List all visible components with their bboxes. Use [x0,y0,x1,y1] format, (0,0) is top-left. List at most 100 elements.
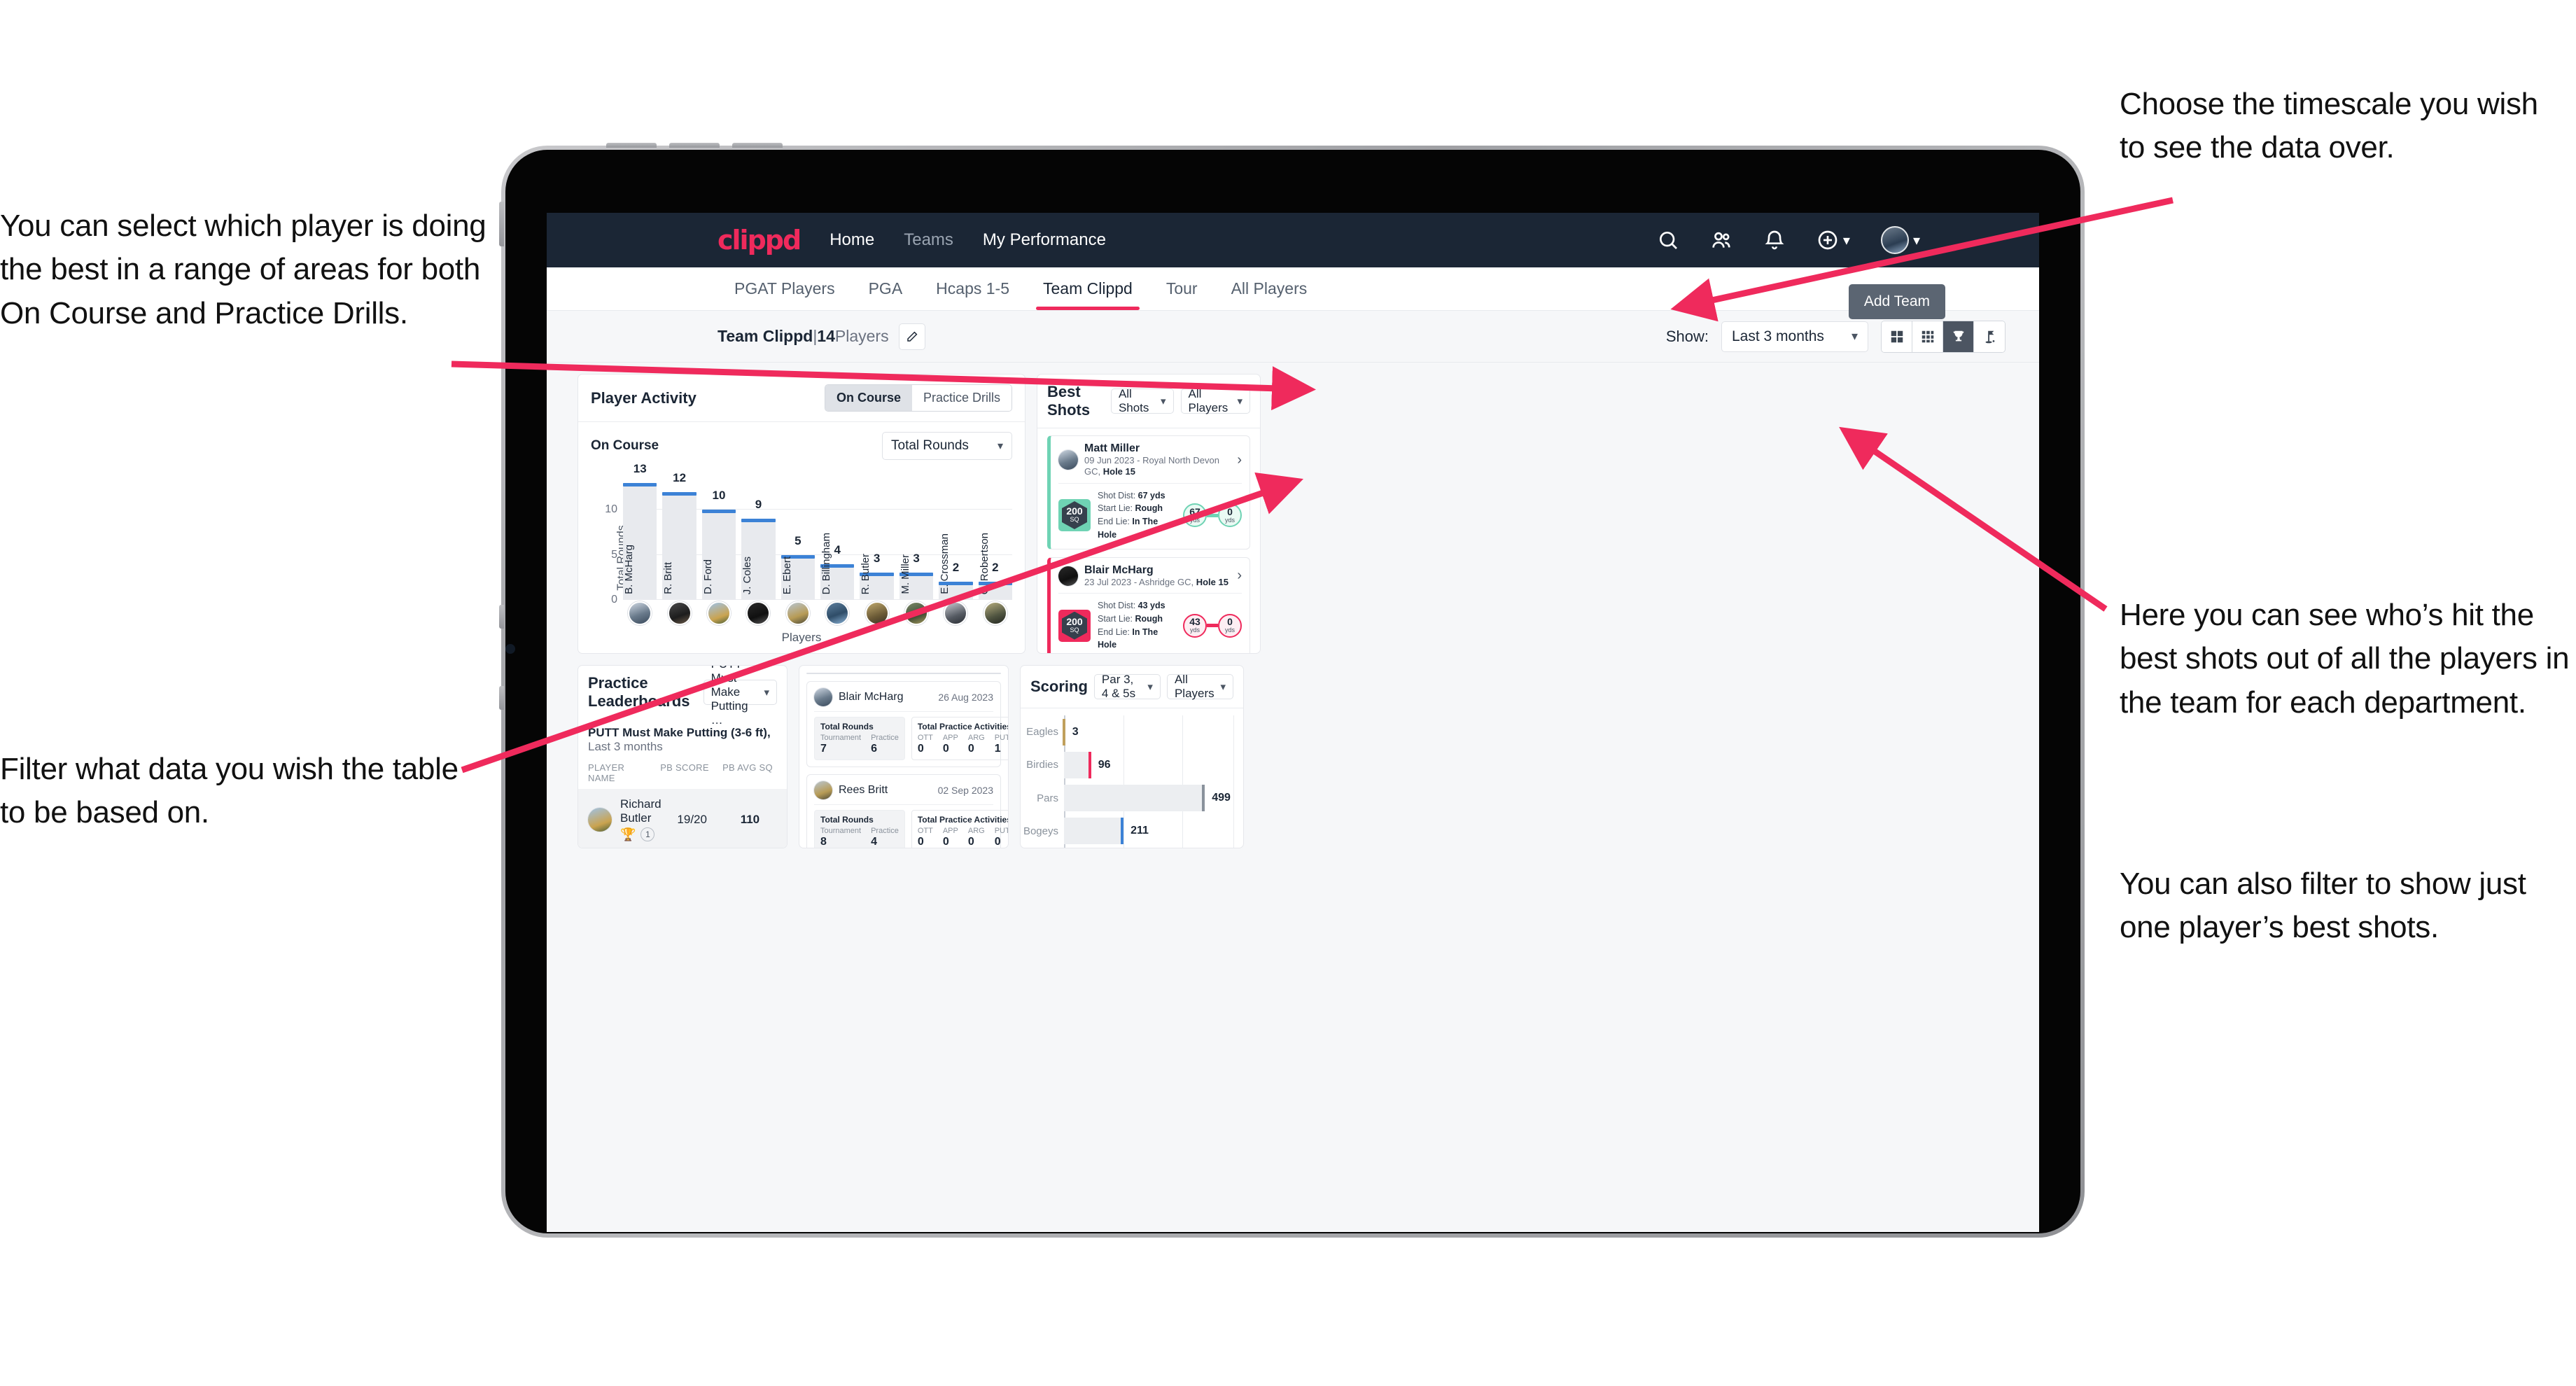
chart-bar-column[interactable]: 13 B. McHarg [623,462,657,600]
clippd-logo[interactable]: clippd [718,225,802,255]
scoring-player-filter[interactable]: All Players ▾ [1166,673,1233,700]
activity-stats: Total Rounds Tournament 7 Practice 6 Total Pr… [814,717,1008,760]
avatar[interactable] [667,601,692,625]
activity-player-name: Rees Britt [839,784,888,796]
scoring-par-filter[interactable]: Par 3, 4 & 5s ▾ [1093,673,1161,700]
annotation-left-top: You can select which player is doing the… [0,209,486,330]
toggle-practice-drills[interactable]: Practice Drills [911,385,1011,411]
avatar[interactable] [1880,226,1909,254]
chart-bar-column[interactable]: 3 R. Butler [860,474,894,600]
chart-bar: M. Miller [899,554,934,600]
chart-bar-column[interactable]: 5 E. Ebert [780,474,816,600]
chevron-down-icon-plus[interactable]: ▾ [1843,232,1850,249]
chart-bar-column[interactable]: 2 E. Crossman [939,474,973,600]
best-shots-player-filter-value: All Players [1188,387,1228,414]
scoring-row[interactable]: Pars 499 [1037,785,1233,812]
nav-link-teams[interactable]: Teams [904,230,953,250]
activity-list: Blair McHarg 26 Aug 2023 Total Rounds Tourn… [806,674,1008,848]
chevron-down-icon-avatar[interactable]: ▾ [1913,232,1920,249]
metric-select[interactable]: Total Rounds ▾ [882,432,1012,460]
scoring-gridline [1233,715,1234,848]
drill-select[interactable]: PUTT Must Make Putting … ▾ [703,666,777,727]
avatar[interactable] [707,601,732,625]
pencil-icon[interactable] [898,323,925,350]
avatar[interactable] [904,601,929,625]
chevron-right-icon[interactable]: › [1237,568,1242,584]
tab-tour[interactable]: Tour [1149,267,1214,310]
plus-circle-icon[interactable] [1816,229,1839,251]
hexagon-icon: 200 SQ [1062,501,1087,530]
player-activity-chart: Total Rounds 0 5 10 13 B. McHarg 12 R. Britt 10… [578,462,1025,653]
people-icon[interactable] [1710,229,1732,251]
chevron-right-icon[interactable]: › [1237,452,1242,468]
tab-pgat-players[interactable]: PGAT Players [718,267,852,310]
leaderboard-row[interactable]: Richard Butler 🏆 1 19/20 110 [578,789,787,848]
avatar[interactable] [746,601,771,625]
chart-bar: D. Ford [701,510,736,600]
chart-bar-column[interactable]: 10 D. Ford [701,474,736,600]
timescale-select[interactable]: Last 3 months ▾ [1721,321,1868,352]
avatar[interactable] [628,601,652,625]
best-shots-shot-filter[interactable]: All Shots ▾ [1110,387,1174,414]
chart-bar-column[interactable]: 4 D. Billingham [820,474,855,600]
chart-bar-column[interactable]: 2 C. Robertson [978,474,1013,600]
avatar[interactable] [864,601,889,625]
grid-2x2-icon[interactable] [1882,321,1912,352]
tab-pga[interactable]: PGA [852,267,920,310]
toggle-on-course[interactable]: On Course [825,385,912,411]
chevron-down-icon: ▾ [997,440,1003,452]
stat-key: OTT [917,827,933,835]
stat-key: Tournament [820,827,862,835]
best-shot-card[interactable]: Matt Miller 09 Jun 2023 - Royal North Dev… [1047,435,1250,550]
practice-activities-cols: OTT0APP0ARG0PUTT1 [917,734,1008,755]
practice-activities-box: Total Practice ActivitiesOTT0APP0ARG0PUT… [911,717,1008,760]
chart-bar-column[interactable]: 9 J. Coles [741,474,776,600]
scoring-header: Scoring Par 3, 4 & 5s ▾ All Players ▾ [1021,666,1243,708]
nav-link-home[interactable]: Home [830,230,874,250]
chart-bar-column[interactable]: 3 M. Miller [899,474,934,600]
avatar[interactable] [983,601,1007,625]
stat-value: 4 [871,836,877,848]
drill-select-value: PUTT Must Make Putting … [710,666,748,727]
chart-bar-label: J. Coles [741,556,754,594]
scoring-row[interactable]: Birdies 96 [1026,751,1233,778]
stat-value: 0 [942,743,949,755]
best-shot-meta: 23 Jul 2023 - Ashridge GC, Hole 15 [1084,576,1228,587]
tab-team-clippd[interactable]: Team Clippd [1026,267,1149,310]
chart-bar-column[interactable]: 12 R. Britt [662,471,696,600]
activity-card: Most Active Least Active Blair McHarg26 … [799,665,1009,848]
search-icon[interactable] [1657,229,1679,251]
activity-item[interactable]: Blair McHarg 26 Aug 2023 Total Rounds Tourn… [806,681,1008,767]
shot-from-unit: yds [1189,516,1200,524]
tablet-top-button-3 [732,143,783,148]
grid-3x3-icon[interactable] [1912,321,1943,352]
trophy-icon[interactable] [1943,321,1974,352]
bell-icon[interactable] [1763,229,1786,251]
avatar[interactable] [825,601,850,625]
player-activity-header: Player Activity On Course Practice Drill… [578,374,1025,421]
best-shot-card[interactable]: Blair McHarg 23 Jul 2023 - Ashridge GC, H… [1047,556,1250,653]
chart-avatar-cell [662,601,696,625]
avatar[interactable] [785,601,810,625]
shot-score-unit: SQ [1070,626,1079,634]
nav-link-my-performance[interactable]: My Performance [983,230,1106,250]
shot-score: 200 [1066,615,1083,627]
activity-item[interactable]: Rees Britt 02 Sep 2023 Total Rounds Tournam… [806,774,1008,848]
best-shots-player-filter[interactable]: All Players ▾ [1180,387,1251,414]
practice-leaderboards-title: Practice Leaderboards [588,674,690,710]
tab-all-players[interactable]: All Players [1214,267,1324,310]
stat-col: ARG 0 [968,734,985,755]
tab-hcaps-1-5[interactable]: Hcaps 1-5 [919,267,1026,310]
metric-select-value: Total Rounds [891,438,969,453]
chart-avatar-cell [702,601,736,625]
avatar[interactable] [944,601,968,625]
golf-flag-icon[interactable] [1974,321,2005,352]
scoring-value: 96 [1098,758,1111,771]
stat-value: 0 [917,743,924,755]
scoring-row[interactable]: Eagles 3 [1026,718,1233,746]
avatar [588,807,612,832]
scoring-row[interactable]: Bogeys 211 [1023,818,1233,845]
annotation-right-bottom: You can also filter to show just one pla… [2120,867,2526,945]
app-screen: clippd Home Teams My Performance ▾ ▾ PGA… [547,213,2039,1232]
best-shots-list: Matt Miller 09 Jun 2023 - Royal North Dev… [1037,428,1260,653]
